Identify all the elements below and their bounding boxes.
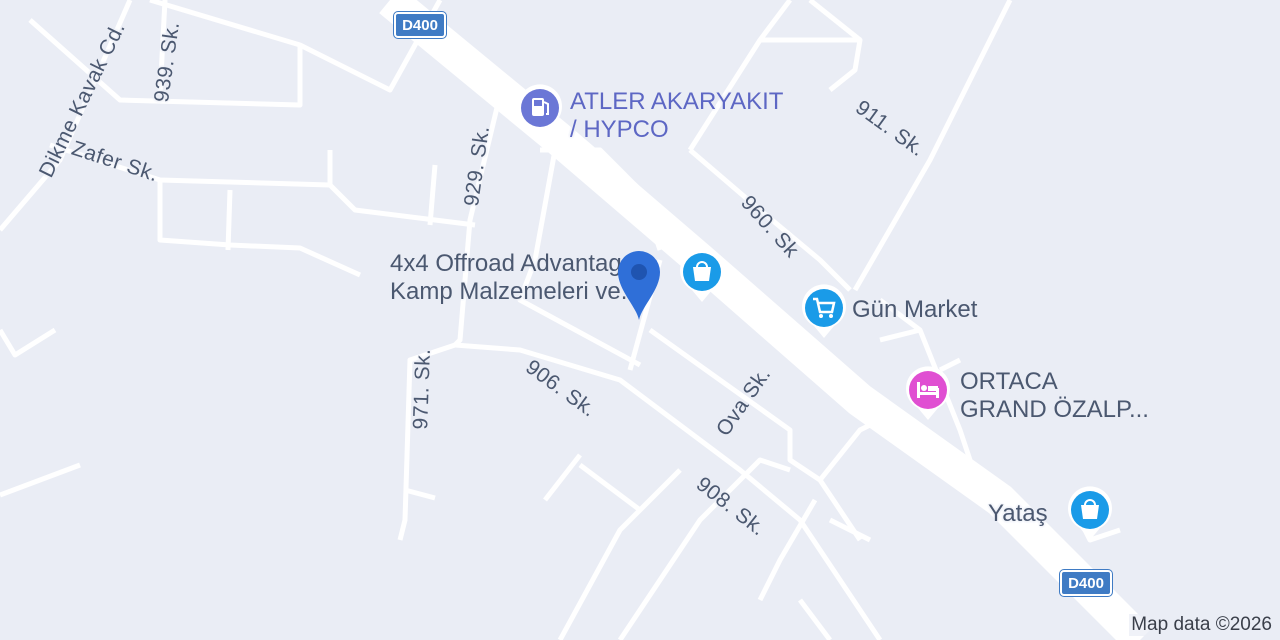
poi-pin-gun-market[interactable] <box>800 284 848 340</box>
poi-name-line1: Gün Market <box>852 296 978 323</box>
poi-pin-yatas[interactable] <box>1066 486 1114 542</box>
poi-label-gun-market[interactable]: Gün Market <box>852 296 977 324</box>
map-attribution: Map data ©2026 <box>1129 614 1274 636</box>
poi-name-line1: ATLER AKARYAKIT <box>570 88 784 115</box>
shopping-cart-icon <box>802 284 846 338</box>
map-canvas[interactable]: D400 D400 Dikme Kavak Cd. 939. Sk. 929. … <box>0 0 1280 640</box>
poi-name-line2: GRAND ÖZALP... <box>960 396 1149 423</box>
poi-label-atler[interactable]: ATLER AKARYAKIT / HYPCO <box>570 88 783 144</box>
poi-pin-ortaca-grand[interactable] <box>904 366 952 422</box>
poi-pin-4x4-offroad[interactable] <box>678 248 726 304</box>
location-marker-icon[interactable] <box>614 246 664 322</box>
highway-shield-d400-south: D400 <box>1059 569 1113 597</box>
shopping-bag-icon <box>680 248 724 302</box>
poi-pin-fuel[interactable] <box>516 84 564 140</box>
shopping-bag-icon <box>1068 486 1112 540</box>
poi-label-ortaca-grand[interactable]: ORTACA GRAND ÖZALP... <box>960 368 1149 424</box>
poi-name-line1: ORTACA <box>960 368 1058 395</box>
poi-name-line1: 4x4 Offroad Advantage <box>390 250 636 277</box>
bed-icon <box>906 366 950 420</box>
fuel-icon <box>518 84 562 138</box>
poi-name-line2: / HYPCO <box>570 116 669 143</box>
street-label-971: 971. Sk. <box>409 348 435 430</box>
poi-label-4x4-offroad[interactable]: 4x4 Offroad Advantage Kamp Malzemeleri v… <box>390 250 641 306</box>
poi-name-line2: Kamp Malzemeleri ve... <box>390 278 641 305</box>
poi-name-line1: Yataş <box>988 500 1048 527</box>
poi-label-yatas[interactable]: Yataş <box>988 500 1048 528</box>
highway-shield-d400-north: D400 <box>393 11 447 39</box>
